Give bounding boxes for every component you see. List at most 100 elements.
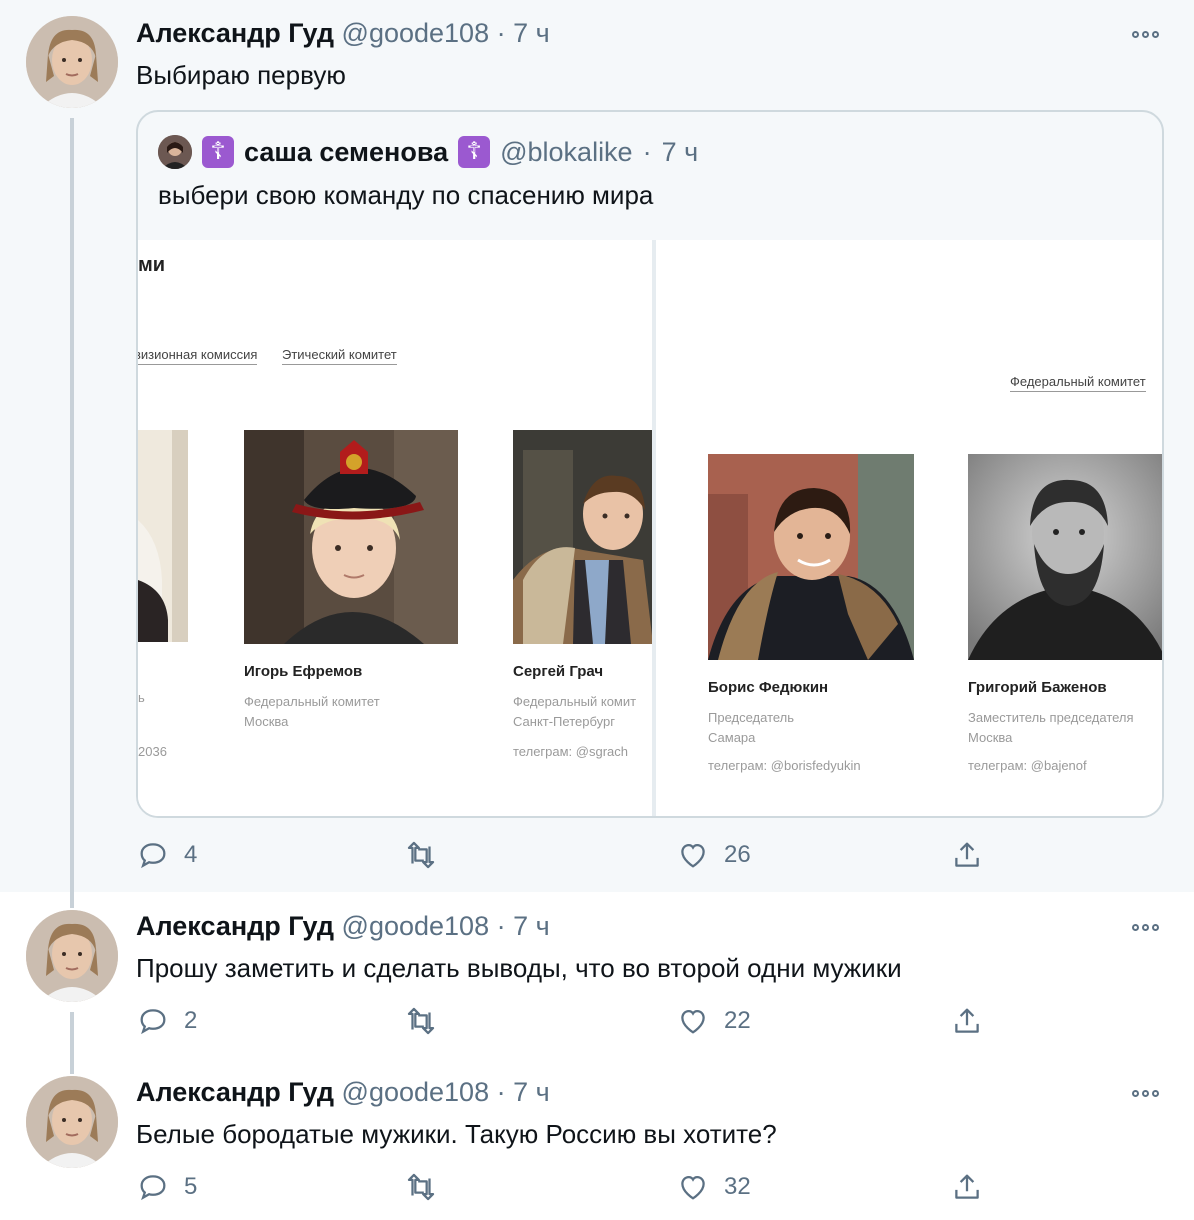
reply-count: 4 — [184, 841, 198, 868]
person-telegram: телеграм: @bajenof — [968, 758, 1087, 773]
retweet-button[interactable] — [404, 1004, 438, 1038]
share-icon — [955, 1174, 979, 1199]
thread-line — [70, 1012, 74, 1058]
quote-header: ☦ саша семенова ☦ @blokalike · 7 ч — [158, 132, 698, 172]
person-city: Санкт-Петербург — [513, 714, 615, 729]
tweet-2[interactable]: Александр Гуд @goode108 · 7 ч Прошу заме… — [0, 892, 1194, 1058]
person-photo — [968, 454, 1162, 660]
like-icon — [681, 1009, 705, 1034]
person-role: Заместитель председателя — [968, 710, 1134, 725]
reply-count: 5 — [184, 1173, 198, 1200]
reply-button[interactable]: 2 — [136, 1004, 197, 1038]
author-handle[interactable]: @goode108 — [342, 911, 490, 941]
person-telegram: телеграм: @sgrach — [513, 744, 629, 759]
person-telegram: 2036 — [138, 744, 167, 759]
tweet-time[interactable]: 7 ч — [513, 18, 550, 48]
person-telegram: телеграм: @borisfedyukin — [708, 758, 861, 773]
person-city: Москва — [244, 714, 289, 729]
media-image-right[interactable]: Федеральный комитет Борис Федюкин Предсе… — [656, 240, 1162, 816]
reply-count: 2 — [184, 1007, 198, 1034]
orthodox-cross-icon: ☦ — [458, 136, 491, 168]
author-name[interactable]: Александр Гуд — [136, 1077, 334, 1107]
person-role: Федеральный комит — [513, 694, 637, 709]
tweet-3[interactable]: Александр Гуд @goode108 · 7 ч Белые боро… — [0, 1058, 1194, 1220]
share-button[interactable] — [950, 838, 984, 872]
person-role: Председатель — [708, 710, 795, 725]
media-image-left[interactable]: ми визионная комиссия Этический комитет … — [138, 240, 652, 816]
like-count: 26 — [724, 841, 751, 868]
reply-icon — [140, 1175, 166, 1201]
quote-author-handle: @blokalike — [500, 136, 633, 167]
more-icon[interactable] — [1132, 1087, 1166, 1099]
tweet-actions: 4 26 — [136, 838, 996, 872]
more-icon[interactable] — [1132, 921, 1166, 933]
retweet-icon — [407, 1007, 435, 1035]
quote-author-avatar[interactable] — [158, 135, 192, 169]
person-photo — [138, 430, 188, 642]
thread-line — [70, 892, 74, 908]
thread-line — [70, 118, 74, 892]
like-button[interactable]: 26 — [676, 838, 751, 872]
quote-author-name: саша семенова — [244, 136, 449, 167]
tweet-time[interactable]: 7 ч — [513, 1077, 550, 1107]
reply-button[interactable]: 5 — [136, 1170, 197, 1204]
tweet-actions: 2 22 — [136, 1004, 996, 1038]
separator-dot: · — [496, 18, 506, 48]
author-name[interactable]: Александр Гуд — [136, 18, 334, 48]
author-handle[interactable]: @goode108 — [342, 1077, 490, 1107]
like-count: 32 — [724, 1173, 751, 1200]
person-photo — [513, 430, 652, 644]
reply-icon — [140, 1009, 166, 1035]
share-button[interactable] — [950, 1004, 984, 1038]
page-heading-fragment: ми — [138, 254, 166, 276]
person-name: Григорий Баженов — [968, 679, 1107, 696]
orthodox-cross-icon: ☦ — [202, 136, 234, 168]
tweet-text: Белые бородатые мужики. Такую Россию вы … — [136, 1119, 777, 1149]
author-name[interactable]: Александр Гуд — [136, 911, 334, 941]
tweet-text: Выбираю первую — [136, 60, 346, 90]
share-icon — [955, 1008, 979, 1033]
person-name: Сергей Грач — [513, 663, 604, 680]
quoted-tweet[interactable]: ☦ саша семенова ☦ @blokalike · 7 ч выбер… — [136, 110, 1164, 818]
retweet-icon — [407, 1173, 435, 1201]
person-photo — [708, 454, 914, 660]
retweet-button[interactable] — [404, 838, 438, 872]
tweet-header: Александр Гуд @goode108 · 7 ч — [136, 1077, 550, 1108]
author-avatar[interactable] — [26, 910, 118, 1002]
tweet-1[interactable]: Александр Гуд @goode108 · 7 ч Выбираю пе… — [0, 0, 1194, 892]
tab-federal-committee: Федеральный комитет — [1010, 374, 1146, 392]
quote-media[interactable]: ми визионная комиссия Этический комитет … — [138, 240, 1162, 816]
author-avatar[interactable] — [26, 1076, 118, 1168]
person-role: Федеральный комитет — [244, 694, 380, 709]
quote-text: выбери свою команду по спасению мира — [158, 180, 654, 210]
person-name: Игорь Ефремов — [244, 663, 363, 680]
like-button[interactable]: 32 — [676, 1170, 751, 1204]
tweet-text: Прошу заметить и сделать выводы, что во … — [136, 953, 902, 983]
retweet-icon — [407, 841, 435, 869]
tab-audit-commission: визионная комиссия — [138, 347, 258, 365]
separator-dot: · — [496, 911, 506, 941]
author-handle[interactable]: @goode108 — [342, 18, 490, 48]
like-icon — [681, 843, 705, 868]
separator-dot: · — [496, 1077, 506, 1107]
tweet-time[interactable]: 7 ч — [513, 911, 550, 941]
person-city: Самара — [708, 730, 756, 745]
share-button[interactable] — [950, 1170, 984, 1204]
person-name: Борис Федюкин — [708, 679, 829, 696]
more-icon[interactable] — [1132, 28, 1166, 40]
like-count: 22 — [724, 1007, 751, 1034]
author-avatar[interactable] — [26, 16, 118, 108]
quote-time: 7 ч — [661, 136, 699, 167]
thread-line — [70, 1058, 74, 1074]
like-button[interactable]: 22 — [676, 1004, 751, 1038]
reply-icon — [140, 843, 166, 869]
person-role: ь — [138, 690, 145, 705]
retweet-button[interactable] — [404, 1170, 438, 1204]
separator-dot: · — [642, 136, 652, 167]
tweet-header: Александр Гуд @goode108 · 7 ч — [136, 911, 550, 942]
tweet-header: Александр Гуд @goode108 · 7 ч — [136, 18, 550, 49]
tweet-actions: 5 32 — [136, 1170, 996, 1204]
person-city: Москва — [968, 730, 1013, 745]
person-photo — [244, 430, 458, 644]
reply-button[interactable]: 4 — [136, 838, 197, 872]
